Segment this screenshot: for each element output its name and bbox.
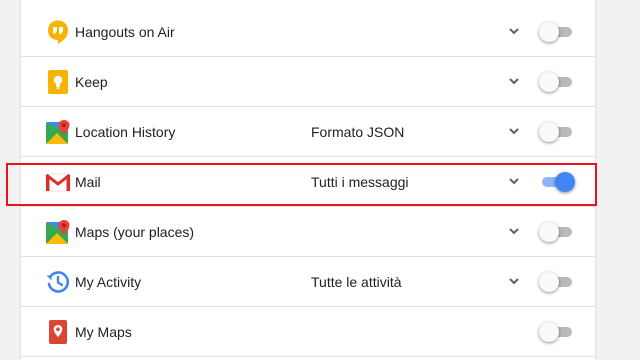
toggle-thumb bbox=[555, 172, 575, 192]
toggle-thumb bbox=[539, 272, 559, 292]
product-row-my-activity: My Activity Tutte le attività bbox=[21, 257, 595, 307]
product-name: Mail bbox=[75, 174, 101, 190]
location-history-icon bbox=[45, 119, 71, 145]
product-row-maps: Maps (your places) bbox=[21, 207, 595, 257]
include-toggle[interactable] bbox=[539, 272, 575, 292]
product-row-hangouts-on-air: Hangouts on Air bbox=[21, 7, 595, 57]
export-format: Formato JSON bbox=[311, 124, 405, 140]
product-row-mail: Mail Tutti i messaggi bbox=[21, 157, 595, 207]
product-name: My Activity bbox=[75, 274, 142, 290]
gmail-icon bbox=[45, 169, 71, 195]
product-name: Hangouts on Air bbox=[75, 24, 175, 40]
toggle-thumb bbox=[539, 122, 559, 142]
include-toggle[interactable] bbox=[539, 222, 575, 242]
product-name: Keep bbox=[75, 74, 108, 90]
my-activity-icon bbox=[45, 269, 71, 295]
toggle-thumb bbox=[539, 322, 559, 342]
chevron-down-icon[interactable] bbox=[507, 174, 521, 188]
chevron-down-icon[interactable] bbox=[507, 124, 521, 138]
include-toggle[interactable] bbox=[539, 172, 575, 192]
keep-icon bbox=[45, 69, 71, 95]
include-toggle[interactable] bbox=[539, 22, 575, 42]
hangouts-icon bbox=[45, 19, 71, 45]
takeout-product-list: Hangouts on Air Keep Location History Fo… bbox=[20, 0, 596, 360]
my-maps-icon bbox=[45, 319, 71, 345]
row-divider bbox=[21, 356, 595, 357]
product-row-keep: Keep bbox=[21, 57, 595, 107]
include-toggle[interactable] bbox=[539, 122, 575, 142]
product-row-location-history: Location History Formato JSON bbox=[21, 107, 595, 157]
maps-icon bbox=[45, 219, 71, 245]
chevron-down-icon[interactable] bbox=[507, 74, 521, 88]
chevron-down-icon[interactable] bbox=[507, 24, 521, 38]
product-name: Location History bbox=[75, 124, 176, 140]
chevron-down-icon[interactable] bbox=[507, 274, 521, 288]
toggle-thumb bbox=[539, 222, 559, 242]
toggle-thumb bbox=[539, 22, 559, 42]
include-toggle[interactable] bbox=[539, 322, 575, 342]
product-name: My Maps bbox=[75, 324, 132, 340]
product-name: Maps (your places) bbox=[75, 224, 195, 240]
product-row-my-maps: My Maps bbox=[21, 307, 595, 357]
include-toggle[interactable] bbox=[539, 72, 575, 92]
chevron-down-icon[interactable] bbox=[507, 224, 521, 238]
toggle-thumb bbox=[539, 72, 559, 92]
export-format: Tutte le attività bbox=[311, 274, 402, 290]
export-format: Tutti i messaggi bbox=[311, 174, 409, 190]
